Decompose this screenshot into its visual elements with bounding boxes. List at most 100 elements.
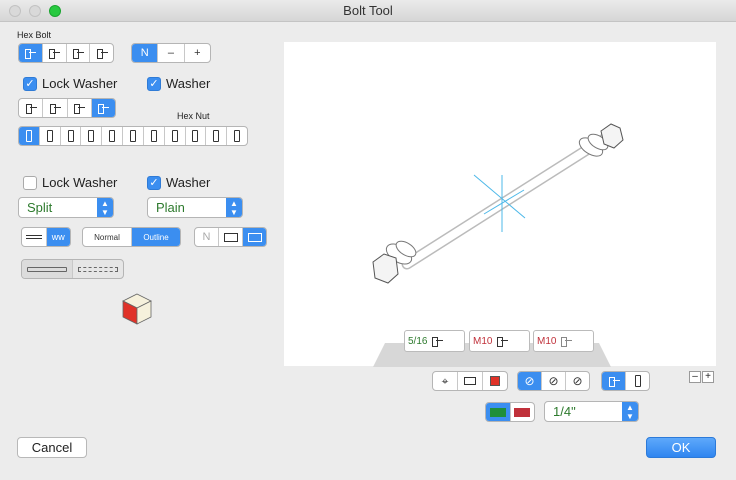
rectangle-filled-icon	[247, 232, 262, 242]
line-style-normal[interactable]: Normal	[83, 228, 132, 246]
nut-icon	[129, 130, 136, 142]
hex-nut-label: Hex Nut	[177, 111, 210, 121]
nut-option-10[interactable]	[206, 127, 228, 145]
shank-style-segment	[21, 259, 124, 279]
popup-arrows-icon: ▲ ▼	[97, 198, 113, 217]
metric-units-option[interactable]	[511, 403, 535, 421]
bottom-washer-checkbox[interactable]: ✓ Washer	[147, 175, 210, 190]
bolt-head-icon	[71, 47, 85, 59]
checkbox-empty-icon	[23, 175, 37, 190]
lock-washer-type-popup[interactable]: Split ▲ ▼	[18, 197, 114, 218]
nut-option-9[interactable]	[186, 127, 207, 145]
view-n-option[interactable]: N	[195, 228, 219, 246]
plain-lines-icon	[25, 235, 42, 239]
cube-icon	[490, 376, 500, 386]
bolt-head-option-4[interactable]	[90, 44, 113, 62]
orientation-horizontal[interactable]	[602, 372, 626, 390]
top-washer-checkbox[interactable]: ✓ Washer	[147, 76, 210, 91]
ellipse-icon: ⊘	[572, 374, 583, 388]
metric-size-label-b: M10	[537, 335, 557, 347]
line-style-segment: Normal Outline	[82, 227, 181, 247]
bolt-length-option-3[interactable]	[68, 99, 92, 117]
nut-icon	[109, 130, 116, 142]
nut-option-4[interactable]	[81, 127, 103, 145]
checkmark-icon: ✓	[147, 76, 161, 91]
smooth-shank-icon	[27, 266, 67, 272]
view-filled-option[interactable]	[243, 228, 266, 246]
bottom-lock-washer-checkbox[interactable]: Lock Washer	[23, 175, 117, 190]
view-type-segment: N	[194, 227, 267, 247]
cancel-button[interactable]: Cancel	[17, 437, 87, 458]
dimension-option[interactable]	[458, 372, 483, 390]
bolt-size-popup[interactable]: 1/4" ▲ ▼	[544, 401, 639, 422]
nut-option-11[interactable]	[227, 127, 247, 145]
orientation-vertical[interactable]	[626, 372, 649, 390]
nut-option-5[interactable]	[102, 127, 124, 145]
horizontal-bolt-icon	[607, 375, 621, 387]
nut-option-1[interactable]	[19, 127, 40, 145]
shank-icon	[72, 102, 86, 114]
top-lock-washer-checkbox[interactable]: ✓ Lock Washer	[23, 76, 117, 91]
nut-style-segment	[18, 126, 248, 146]
minimize-window-button[interactable]	[29, 5, 41, 17]
cube-3d-icon[interactable]	[121, 292, 153, 326]
thread-normal-button[interactable]: N	[132, 44, 159, 62]
line-style-outline[interactable]: Outline	[132, 228, 180, 246]
zoom-window-button[interactable]	[49, 5, 61, 17]
metric-size-chip-b[interactable]: M10	[533, 330, 594, 352]
thread-plus-button[interactable]: +	[185, 44, 210, 62]
window-title: Bolt Tool	[343, 3, 393, 18]
nut-option-7[interactable]	[144, 127, 165, 145]
projection-option-2[interactable]: ⊘	[542, 372, 566, 390]
thread-minus-button[interactable]: –	[158, 44, 185, 62]
green-swatch-icon	[489, 407, 506, 417]
checkmark-icon: ✓	[23, 76, 37, 91]
zoom-in-button[interactable]: +	[702, 371, 714, 383]
ok-button[interactable]: OK	[646, 437, 716, 458]
metric-size-label-a: M10	[473, 335, 493, 347]
popup-arrows-icon: ▲ ▼	[226, 198, 242, 217]
metric-size-chip-a[interactable]: M10	[469, 330, 530, 352]
imperial-size-label: 5/16	[408, 335, 428, 347]
thread-plain-option[interactable]	[22, 228, 47, 246]
bolt-length-option-4[interactable]	[91, 99, 115, 117]
wave-icon: ww	[51, 232, 65, 242]
projection-option-1[interactable]: ⊘	[518, 372, 542, 390]
projection-segment: ⊘ ⊘ ⊘	[517, 371, 590, 391]
bolt-length-option-1[interactable]	[19, 99, 44, 117]
zoom-out-button[interactable]: –	[689, 371, 701, 383]
shank-threaded-option[interactable]	[73, 260, 123, 278]
nut-option-2[interactable]	[40, 127, 61, 145]
bolt-head-segment	[18, 43, 114, 63]
crosshair-option[interactable]: ⌖	[433, 372, 458, 390]
thread-wave-option[interactable]: ww	[46, 228, 70, 246]
bolt-head-option-1[interactable]	[19, 44, 43, 62]
view-rect-option[interactable]	[219, 228, 243, 246]
bolt-head-option-3[interactable]	[67, 44, 91, 62]
bolt-size-value: 1/4"	[553, 404, 576, 419]
cube-view-option[interactable]	[483, 372, 507, 390]
nut-icon	[25, 130, 32, 142]
nut-icon	[234, 130, 241, 142]
bottom-lock-washer-label: Lock Washer	[42, 175, 118, 190]
shank-smooth-option[interactable]	[22, 260, 73, 278]
preview-view-segment: ⌖	[432, 371, 508, 391]
nut-option-6[interactable]	[123, 127, 144, 145]
shank-icon	[48, 102, 62, 114]
bolt-preview-canvas[interactable]	[284, 42, 716, 366]
nut-option-3[interactable]	[61, 127, 82, 145]
top-lock-washer-label: Lock Washer	[42, 76, 118, 91]
nut-option-8[interactable]	[165, 127, 186, 145]
nut-icon	[192, 130, 199, 142]
bolt-drawing	[372, 123, 624, 284]
nut-icon	[213, 130, 220, 142]
close-window-button[interactable]	[9, 5, 21, 17]
washer-type-popup[interactable]: Plain ▲ ▼	[147, 197, 243, 218]
bolt-side-icon	[430, 335, 444, 347]
projection-option-3[interactable]: ⊘	[566, 372, 589, 390]
bolt-length-option-2[interactable]	[43, 99, 68, 117]
bolt-head-option-2[interactable]	[43, 44, 67, 62]
imperial-units-option[interactable]	[486, 403, 511, 421]
crosshair-icon: ⌖	[441, 373, 449, 388]
imperial-size-chip[interactable]: 5/16	[404, 330, 465, 352]
